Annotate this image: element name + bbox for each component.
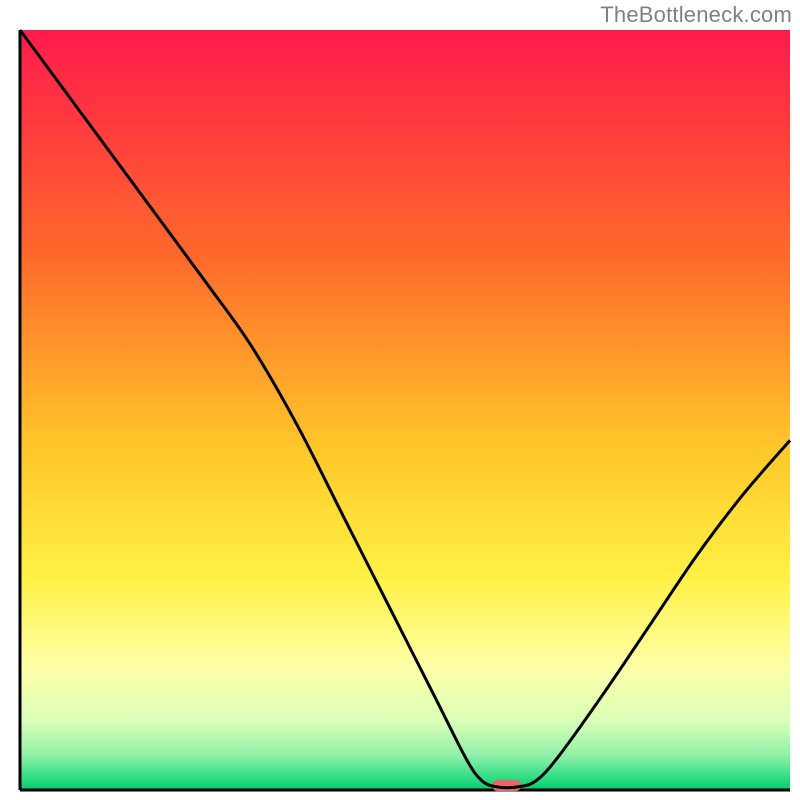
chart-container: TheBottleneck.com — [0, 0, 800, 800]
plot-background — [20, 30, 790, 790]
bottleneck-chart — [0, 0, 800, 800]
